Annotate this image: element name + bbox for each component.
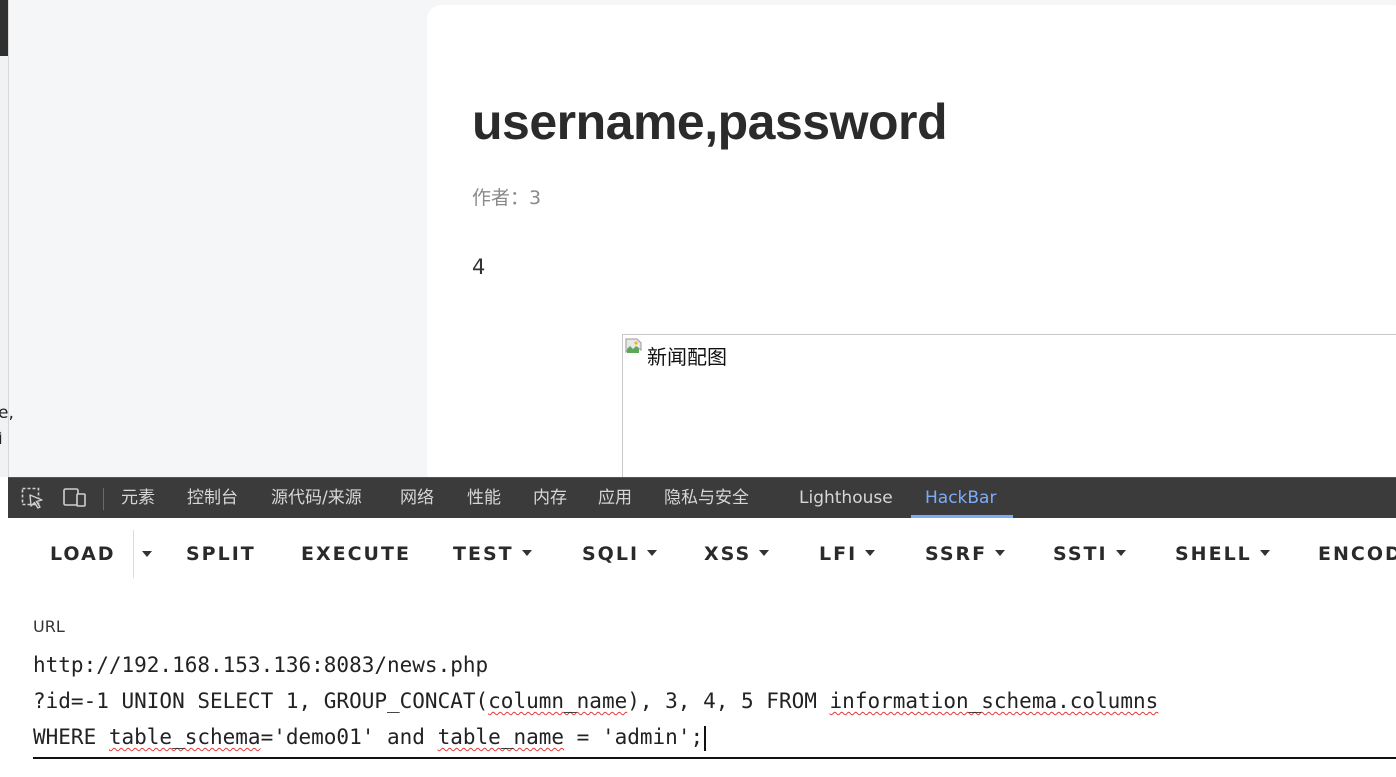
dropdown-caret-icon xyxy=(521,549,532,556)
spellcheck-flagged-word: table_schema xyxy=(108,725,261,749)
load-options-caret-icon[interactable] xyxy=(142,551,152,557)
tab-application[interactable]: 应用 xyxy=(598,478,632,518)
ssrf-menu-label: SSRF xyxy=(925,543,988,565)
sqli-menu-button[interactable]: SQLI xyxy=(582,542,658,566)
devtools-tab-bar: 元素 控制台 源代码/来源 网络 性能 内存 应用 隐私与安全 Lighthou… xyxy=(8,477,1396,518)
dropdown-caret-icon xyxy=(1115,549,1126,556)
toolbar-divider xyxy=(103,488,104,510)
spellcheck-flagged-word: table_name xyxy=(437,725,565,749)
hackbar-panel: LOAD SPLIT EXECUTE TEST SQLI XSS LFI SSR… xyxy=(8,518,1396,777)
author-line: 作者：3 xyxy=(472,183,541,210)
url-text-segment: = 'admin'; xyxy=(564,725,704,749)
url-text-segment: ), 3, 4, 5 FROM xyxy=(627,689,830,713)
dropdown-caret-icon xyxy=(995,549,1006,556)
test-menu-label: TEST xyxy=(453,543,514,565)
ssti-menu-button[interactable]: SSTI xyxy=(1053,542,1126,566)
url-text-segment: WHERE xyxy=(33,725,109,749)
shell-menu-button[interactable]: SHELL xyxy=(1175,542,1270,566)
xss-menu-label: XSS xyxy=(704,543,752,565)
news-image: 新闻配图 xyxy=(622,334,1396,477)
tab-sources[interactable]: 源代码/来源 xyxy=(271,478,362,518)
spellcheck-flagged-word: information_schema.columns xyxy=(829,689,1159,713)
tab-performance[interactable]: 性能 xyxy=(467,478,501,518)
encode-menu-button[interactable]: ENCOD xyxy=(1318,542,1396,566)
url-line: http://192.168.153.136:8083/news.php xyxy=(33,653,489,677)
dropdown-caret-icon xyxy=(759,549,770,556)
cut-off-text-fragment: e, xyxy=(0,403,14,423)
author-value: 3 xyxy=(529,187,542,209)
url-line: WHERE table_schema='demo01' and table_na… xyxy=(33,719,707,755)
test-menu-button[interactable]: TEST xyxy=(453,542,532,566)
device-toolbar-icon[interactable] xyxy=(63,487,87,509)
adjacent-pane-edge: e, ì d= xyxy=(0,0,14,477)
url-text-segment: ?id=-1 UNION SELECT 1, GROUP_CONCAT( xyxy=(33,689,489,713)
split-button[interactable]: SPLIT xyxy=(186,542,256,566)
tab-memory[interactable]: 内存 xyxy=(533,478,567,518)
xss-menu-button[interactable]: XSS xyxy=(704,542,770,566)
shell-menu-label: SHELL xyxy=(1175,543,1252,565)
sqli-menu-label: SQLI xyxy=(582,543,640,565)
page-viewport: e, ì d= username,password 作者：3 4 新闻配图 xyxy=(0,0,1396,477)
url-text-segment: ='demo01' and xyxy=(260,725,438,749)
load-button-divider xyxy=(133,530,134,578)
news-title: username,password xyxy=(472,94,948,150)
dropdown-caret-icon xyxy=(647,549,658,556)
url-textarea[interactable]: http://192.168.153.136:8083/news.php ?id… xyxy=(33,647,1396,759)
url-line: ?id=-1 UNION SELECT 1, GROUP_CONCAT(colu… xyxy=(33,683,1158,719)
news-card: username,password 作者：3 4 新闻配图 xyxy=(427,5,1396,477)
news-content: 4 xyxy=(472,255,486,279)
spellcheck-flagged-word: column_name xyxy=(488,689,628,713)
cut-off-text-fragment: ì xyxy=(0,429,3,449)
text-cursor xyxy=(704,725,707,751)
ssti-menu-label: SSTI xyxy=(1053,543,1108,565)
inspect-element-icon[interactable] xyxy=(21,487,45,509)
lfi-menu-button[interactable]: LFI xyxy=(819,542,876,566)
tab-network[interactable]: 网络 xyxy=(400,478,434,518)
tab-lighthouse[interactable]: Lighthouse xyxy=(799,478,893,518)
url-label: URL xyxy=(33,617,65,636)
tab-elements[interactable]: 元素 xyxy=(121,478,155,518)
tab-console[interactable]: 控制台 xyxy=(187,478,238,518)
tab-privacy-security[interactable]: 隐私与安全 xyxy=(664,478,749,518)
load-button[interactable]: LOAD xyxy=(50,542,116,566)
ssrf-menu-button[interactable]: SSRF xyxy=(925,542,1006,566)
broken-image-icon xyxy=(625,338,642,354)
lfi-menu-label: LFI xyxy=(819,543,858,565)
image-alt-text: 新闻配图 xyxy=(647,345,727,369)
dropdown-caret-icon xyxy=(1259,549,1270,556)
adjacent-pane-dark-strip xyxy=(0,0,8,56)
tab-hackbar[interactable]: HackBar xyxy=(925,478,996,518)
dropdown-caret-icon xyxy=(865,549,876,556)
author-label: 作者： xyxy=(472,187,530,209)
execute-button[interactable]: EXECUTE xyxy=(301,542,411,566)
